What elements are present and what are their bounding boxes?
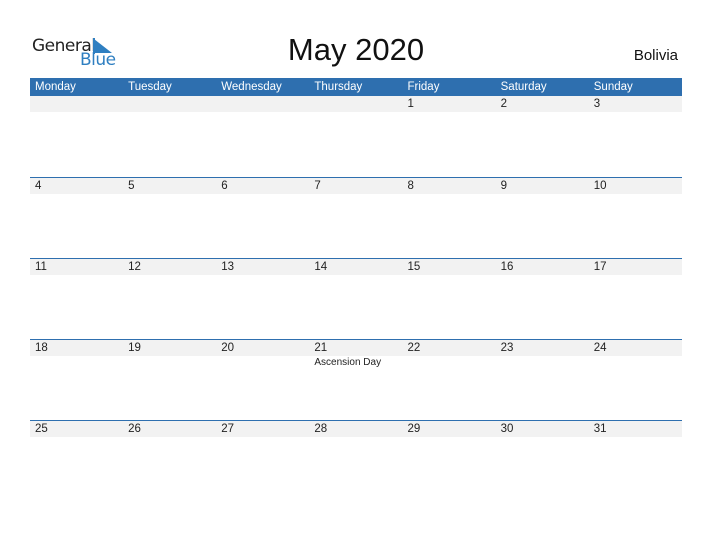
day-number-strip: 1 2 3 — [30, 96, 682, 112]
day-number: 13 — [221, 261, 235, 273]
day-number: 6 — [221, 180, 228, 192]
day-number: 15 — [407, 261, 421, 273]
calendar-grid: Monday Tuesday Wednesday Thursday Friday… — [30, 78, 682, 501]
week-row: 4 5 6 7 8 9 10 — [30, 177, 682, 258]
day-number — [216, 96, 309, 112]
day-number-strip: 11 12 13 14 15 16 17 — [30, 259, 682, 275]
day-number: 31 — [593, 423, 607, 435]
weekday-tuesday: Tuesday — [128, 81, 172, 93]
day-number: 1 — [407, 98, 414, 110]
day-number: 23 — [500, 342, 514, 354]
day-number — [309, 96, 402, 112]
holiday-label — [123, 356, 216, 369]
weekday-sunday: Sunday — [593, 81, 633, 93]
holiday-label — [403, 356, 496, 369]
day-number: 27 — [221, 423, 235, 435]
holiday-label — [216, 356, 309, 369]
holiday-label — [496, 356, 589, 369]
day-number — [123, 96, 216, 112]
day-number: 4 — [35, 180, 42, 192]
day-number: 12 — [128, 261, 141, 273]
weekday-monday: Monday — [35, 81, 76, 93]
day-number: 8 — [407, 180, 414, 192]
day-number: 14 — [314, 261, 328, 273]
holiday-label: Ascension Day — [314, 357, 382, 368]
day-number-strip: 4 5 6 7 8 9 10 — [30, 178, 682, 194]
day-number: 25 — [35, 423, 48, 435]
day-number: 21 — [314, 342, 328, 354]
day-number: 20 — [221, 342, 235, 354]
holiday-label — [30, 356, 123, 369]
holiday-label — [589, 356, 682, 369]
day-number: 16 — [500, 261, 514, 273]
day-number: 18 — [35, 342, 48, 354]
day-number: 24 — [593, 342, 607, 354]
day-number: 10 — [593, 180, 607, 192]
day-number: 29 — [407, 423, 421, 435]
weekday-wednesday: Wednesday — [221, 81, 282, 93]
weekday-header: Monday Tuesday Wednesday Thursday Friday… — [30, 78, 682, 96]
day-number: 5 — [128, 180, 135, 192]
day-number: 30 — [500, 423, 514, 435]
weekday-thursday: Thursday — [314, 81, 363, 93]
day-number-strip: 25 26 27 28 29 30 31 — [30, 421, 682, 437]
weekday-saturday: Saturday — [500, 81, 547, 93]
day-number: 3 — [593, 98, 601, 110]
day-number: 9 — [500, 180, 508, 192]
week-row: 1 2 3 — [30, 96, 682, 177]
day-number: 22 — [407, 342, 421, 354]
day-number: 11 — [35, 261, 47, 273]
week-row: 25 26 27 28 29 30 31 — [30, 420, 682, 501]
day-number — [30, 96, 123, 112]
week-row: 11 12 13 14 15 16 17 — [30, 258, 682, 339]
day-number: 2 — [500, 98, 508, 110]
calendar-title: May 2020 — [287, 32, 425, 67]
day-number: 26 — [128, 423, 141, 435]
day-number: 19 — [128, 342, 141, 354]
event-strip: Ascension Day — [30, 356, 682, 369]
day-number-strip: 18 19 20 21 22 23 24 — [30, 340, 682, 356]
country-label: Bolivia — [633, 47, 678, 64]
day-number: 7 — [314, 180, 321, 192]
day-number: 17 — [593, 261, 607, 273]
day-number: 28 — [314, 423, 328, 435]
weekday-friday: Friday — [407, 81, 440, 93]
week-row: 18 19 20 21 22 23 24 Ascension Day — [30, 339, 682, 420]
